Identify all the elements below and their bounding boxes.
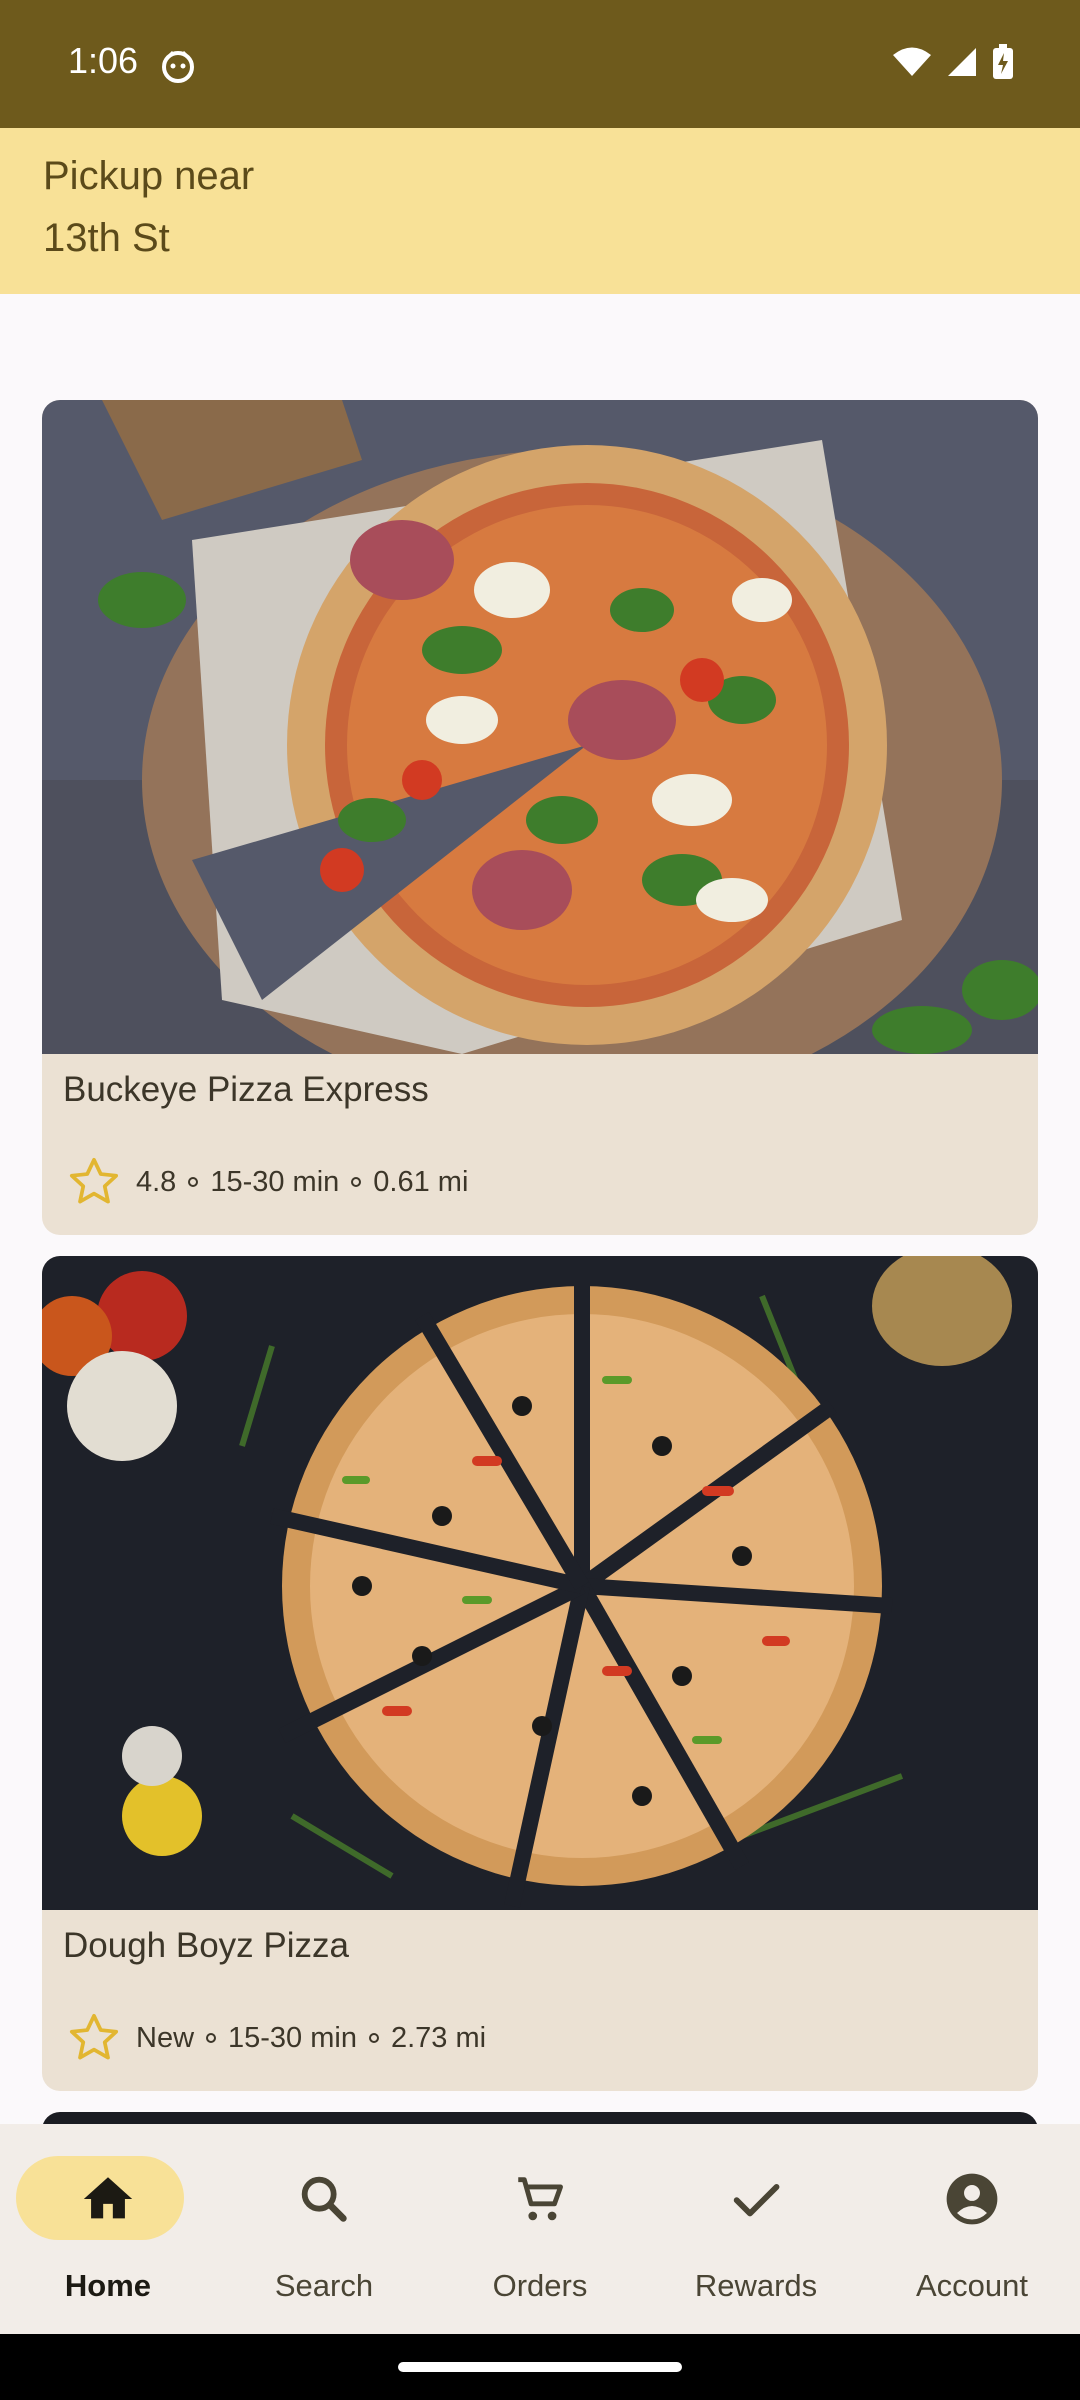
restaurant-rating: 4.8 (136, 1165, 177, 1198)
nav-label: Search (274, 2268, 374, 2303)
signal-icon (948, 48, 976, 76)
restaurant-time: 15-30 min (210, 1165, 340, 1198)
notification-icon (162, 50, 194, 83)
check-icon (733, 2184, 780, 2217)
separator-dot (351, 1177, 362, 1187)
nav-label: Orders (492, 2268, 588, 2303)
restaurant-meta: New 15-30 min 2.73 mi (66, 2010, 486, 2066)
restaurant-rating: New (136, 2021, 195, 2054)
star-icon (69, 1157, 119, 1204)
account-icon (946, 2173, 998, 2225)
pickup-location: 13th St (43, 216, 170, 260)
pickup-location-header[interactable]: Pickup near 13th St (0, 128, 1080, 294)
restaurant-card[interactable]: Dough Boyz Pizza New 15-30 min 2.73 mi (42, 1256, 1038, 2091)
wifi-icon (893, 47, 931, 76)
nav-rewards[interactable]: Rewards (648, 2124, 864, 2334)
restaurant-name: Dough Boyz Pizza (63, 1926, 349, 1965)
restaurant-time: 15-30 min (228, 2021, 357, 2054)
search-icon (301, 2176, 347, 2222)
star-icon (69, 2013, 119, 2060)
cart-icon (518, 2177, 563, 2221)
nav-search[interactable]: Search (216, 2124, 432, 2334)
status-bar: 1:06 (0, 0, 1080, 128)
pickup-label: Pickup near (43, 154, 255, 198)
restaurant-distance: 2.73 mi (390, 2021, 487, 2054)
restaurant-distance: 0.61 mi (373, 1165, 469, 1198)
nav-label: Home (64, 2268, 152, 2303)
nav-home[interactable]: Home (0, 2124, 216, 2334)
separator-dot (188, 1177, 199, 1187)
restaurant-meta: 4.8 15-30 min 0.61 mi (66, 1154, 468, 1210)
restaurant-card[interactable]: Buckeye Pizza Express 4.8 15-30 min 0.61… (42, 400, 1038, 1235)
nav-label: Rewards (694, 2268, 818, 2303)
separator-dot (206, 2033, 217, 2043)
status-time: 1:06 (68, 40, 139, 81)
nav-label: Account (915, 2268, 1028, 2303)
gesture-bar (0, 2334, 1080, 2400)
separator-dot (368, 2033, 379, 2043)
home-handle[interactable] (398, 2362, 682, 2372)
battery-icon (993, 44, 1013, 79)
nav-account[interactable]: Account (864, 2124, 1080, 2334)
bottom-navigation: Home Search Orders Rewards Account (0, 2124, 1080, 2334)
restaurant-name: Buckeye Pizza Express (63, 1070, 429, 1109)
pizza-photo (42, 1256, 1038, 1910)
nav-orders[interactable]: Orders (432, 2124, 648, 2334)
home-icon (83, 2177, 133, 2219)
pizza-photo (42, 400, 1038, 1054)
